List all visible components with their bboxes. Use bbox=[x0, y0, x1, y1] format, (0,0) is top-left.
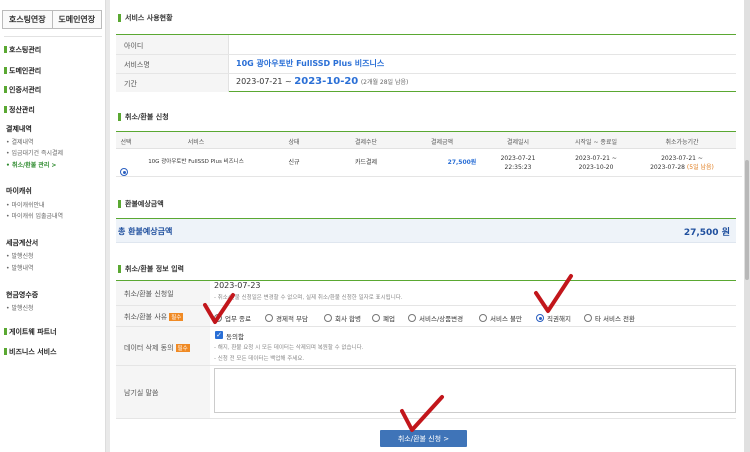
check-mark-icon bbox=[534, 274, 573, 313]
check-mark-icon bbox=[203, 293, 235, 324]
annotation-overlay bbox=[203, 274, 573, 432]
check-mark-icon bbox=[400, 395, 444, 432]
